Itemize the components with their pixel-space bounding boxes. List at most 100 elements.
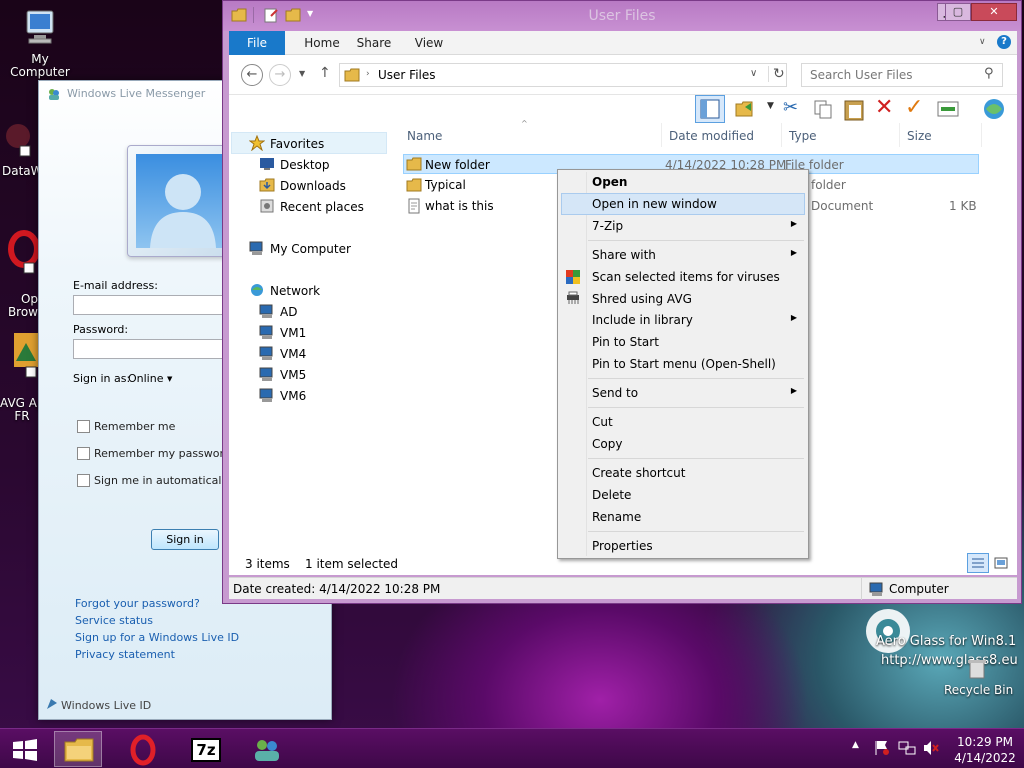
show-hidden-icons-icon[interactable]: ▲ [852,740,859,750]
menu-item-copy[interactable]: Copy [561,433,805,455]
menu-item-create-shortcut[interactable]: Create shortcut [561,462,805,484]
remember-password-checkbox[interactable]: Remember my password [77,447,231,460]
nav-host-ad[interactable]: AD [259,303,297,322]
menu-label: Copy [592,437,623,451]
details-view-icon[interactable] [967,553,989,573]
nav-recent-places[interactable]: Recent places [259,198,364,217]
menu-item-scan-viruses[interactable]: Scan selected items for viruses [561,266,805,288]
globe-icon[interactable] [981,97,1007,124]
menu-item-pin-start-menu[interactable]: Pin to Start menu (Open-Shell) [561,353,805,375]
taskbar-messenger-button[interactable] [242,731,290,767]
menu-item-share-with[interactable]: Share with ▶ [561,244,805,266]
windows-live-id-icon [45,697,59,714]
address-text[interactable]: User Files [378,68,436,82]
search-input[interactable]: Search User Files ⚲ [801,63,1003,87]
menu-item-properties[interactable]: Properties [561,535,805,557]
select-icon[interactable] [937,101,959,120]
back-arrow-icon[interactable]: ← [241,64,263,86]
start-button[interactable] [2,731,46,767]
address-dropdown-icon[interactable]: ∨ [750,68,757,79]
chevron-down-icon[interactable]: ∨ [979,37,986,47]
menu-item-include-library[interactable]: Include in library ▶ [561,309,805,331]
service-status-link[interactable]: Service status [75,614,153,627]
desktop-icon-dataw[interactable]: DataW [0,120,43,178]
column-header-date[interactable]: Date modified [669,129,754,143]
remember-me-checkbox[interactable]: Remember me [77,420,175,433]
nav-label: VM4 [280,347,307,361]
password-field[interactable] [73,339,223,359]
column-header-name[interactable]: Name [407,129,442,143]
paste-icon[interactable] [843,97,865,124]
delete-icon[interactable]: ✕ [875,95,893,120]
menu-item-pin-start[interactable]: Pin to Start [561,331,805,353]
rename-check-icon[interactable]: ✓ [905,95,923,120]
messenger-footer: Windows Live ID [61,699,152,712]
context-menu[interactable]: Open Open in new window 7-Zip ▶ Share wit… [557,169,809,559]
nav-host-vm5[interactable]: VM5 [259,366,306,385]
sign-up-link[interactable]: Sign up for a Windows Live ID [75,631,239,644]
address-field[interactable]: › User Files ∨ ↻ [339,63,787,87]
clock[interactable]: 10:29 PM 4/14/2022 [952,734,1018,766]
status-dropdown[interactable]: Online ▼ [128,372,172,385]
menu-item-cut[interactable]: Cut [561,411,805,433]
menu-item-shred[interactable]: Shred using AVG [561,288,805,310]
email-field[interactable] [73,295,223,315]
large-icons-view-icon[interactable] [993,555,1009,574]
menu-item-7zip[interactable]: 7-Zip ▶ [561,215,805,237]
refresh-icon[interactable]: ↻ [768,66,785,82]
forward-arrow-icon[interactable]: → [269,64,291,86]
sign-in-button[interactable]: Sign in [151,529,219,550]
column-header-type[interactable]: Type [789,129,817,143]
tab-share[interactable]: Share [349,31,399,55]
column-header-size[interactable]: Size [907,129,932,143]
move-to-icon[interactable] [735,99,757,122]
menu-item-delete[interactable]: Delete [561,484,805,506]
status-selected-count: 1 item selected [305,557,399,571]
desktop-icon-my-computer[interactable]: My Computer [0,8,80,79]
title-bar[interactable]: ▼ User Files ▁ ▢ ✕ [223,1,1021,31]
menu-item-send-to[interactable]: Send to ▶ [561,382,805,404]
nav-desktop[interactable]: Desktop [259,156,330,175]
nav-host-vm1[interactable]: VM1 [259,324,306,343]
maximize-button[interactable]: ▢ [945,3,971,21]
network-tray-icon[interactable] [898,739,916,760]
menu-label: Properties [592,539,653,553]
tab-home[interactable]: Home [293,31,351,55]
up-arrow-icon[interactable]: ↑ [319,65,331,81]
recycle-bin-icon[interactable] [966,658,988,683]
forgot-password-link[interactable]: Forgot your password? [75,597,200,610]
dropdown-icon[interactable]: ▼ [767,101,774,111]
help-icon[interactable]: ? [997,35,1011,49]
checkbox-icon [77,420,90,433]
recycle-bin-label[interactable]: Recycle Bin [944,683,1013,697]
volume-muted-icon[interactable] [922,739,940,760]
taskbar-explorer-button[interactable] [54,731,102,767]
watermark-line2: http://www.glass8.eu [881,653,1018,668]
close-button[interactable]: ✕ [971,3,1017,21]
menu-item-open[interactable]: Open [561,171,805,193]
nav-my-computer[interactable]: My Computer [249,240,351,259]
tab-file[interactable]: File [229,31,285,55]
menu-item-rename[interactable]: Rename [561,506,805,528]
search-icon[interactable]: ⚲ [984,66,994,81]
privacy-link[interactable]: Privacy statement [75,648,175,661]
nav-host-vm4[interactable]: VM4 [259,345,306,364]
desktop-icon-opera[interactable]: Op Brow [0,216,40,332]
nav-favorites[interactable]: Favorites [248,134,324,154]
sign-in-auto-checkbox[interactable]: Sign me in automatically [77,474,231,487]
copy-icon[interactable] [813,99,833,122]
nav-downloads[interactable]: Downloads [259,177,346,196]
tab-view[interactable]: View [405,31,453,55]
recent-dropdown-icon[interactable]: ▼ [299,69,305,78]
nav-label: AD [280,305,298,319]
nav-network[interactable]: Network [249,282,320,301]
action-center-flag-icon[interactable] [874,739,890,760]
menu-item-open-new-window[interactable]: Open in new window [561,193,805,215]
preview-pane-button[interactable] [695,95,725,123]
taskbar-opera-button[interactable] [118,731,166,767]
taskbar-7zip-button[interactable]: 7z [182,731,230,767]
breadcrumb-chevron-icon[interactable]: › [366,69,370,79]
nav-host-vm6[interactable]: VM6 [259,387,306,406]
recent-places-icon [259,198,275,217]
cut-icon[interactable]: ✂ [783,97,798,118]
